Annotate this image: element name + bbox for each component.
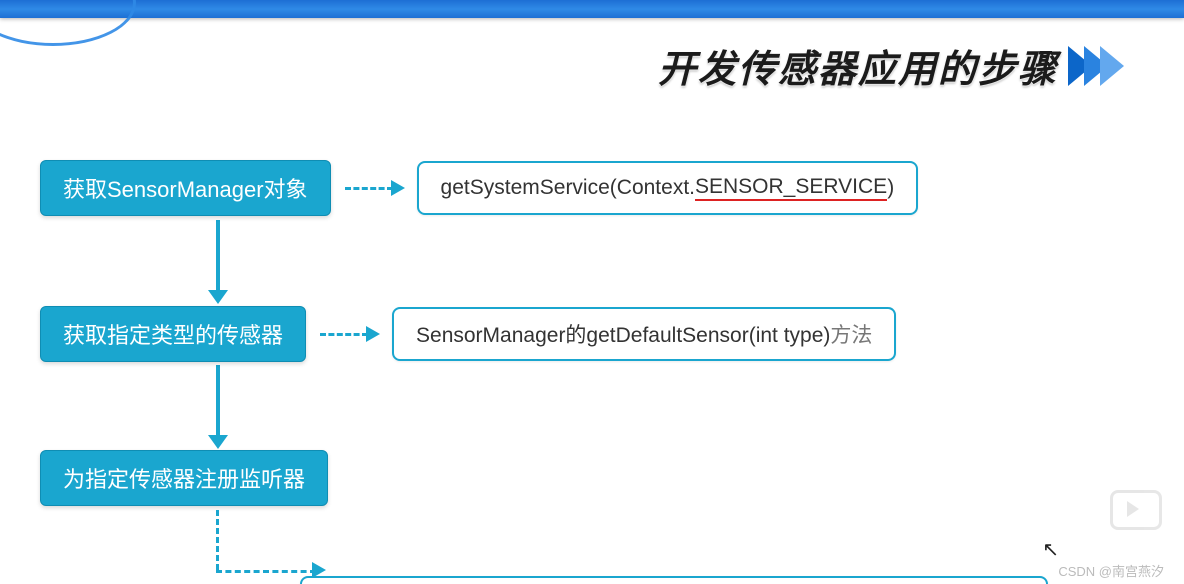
step-label: 为指定传感器注册监听器: [63, 462, 305, 494]
cn-text: 方法: [830, 319, 872, 349]
step-row-4: 在Activity的onResume()方法中调用SensorManager的r…: [300, 576, 1160, 584]
step-desc-get-default-sensor: SensorManager的getDefaultSensor(int type)…: [392, 307, 896, 361]
step-desc-register-listener: 在Activity的onResume()方法中调用SensorManager的r…: [300, 576, 1048, 584]
decor-arc: [0, 0, 136, 46]
code-text-underlined: SENSOR_SERVICE: [695, 175, 887, 201]
diagram-stage: 获取SensorManager对象 getSystemService(Conte…: [40, 160, 1160, 584]
watermark-text: CSDN @南宫燕汐: [1058, 561, 1164, 580]
step-label: 获取指定类型的传感器: [63, 318, 283, 350]
step-box-register-listener: 为指定传感器注册监听器: [40, 450, 328, 506]
step-box-get-default-sensor: 获取指定类型的传感器: [40, 306, 306, 362]
arrow-down-icon: [216, 220, 220, 290]
dashed-arrow-icon: [320, 326, 380, 342]
dashed-arrow-icon: [345, 180, 405, 196]
step-row-1: 获取SensorManager对象 getSystemService(Conte…: [40, 160, 1160, 216]
code-text: getSystemService(: [441, 176, 617, 200]
code-text: ): [887, 176, 894, 200]
window-top-bar: [0, 0, 1184, 18]
code-text: Context.: [617, 176, 695, 200]
page-title-wrap: 开发传感器应用的步骤: [658, 38, 1124, 93]
step-row-3: 为指定传感器注册监听器: [40, 450, 1160, 506]
arrow-down-icon: [216, 365, 220, 435]
dashed-L-arrow-icon: [216, 510, 326, 580]
page-title: 开发传感器应用的步骤: [658, 38, 1058, 93]
pip-play-icon[interactable]: [1110, 490, 1162, 530]
step-box-get-sensor-manager: 获取SensorManager对象: [40, 160, 331, 216]
step-desc-get-sensor-manager: getSystemService(Context.SENSOR_SERVICE): [417, 161, 919, 215]
step-row-2: 获取指定类型的传感器 SensorManager的getDefaultSenso…: [40, 306, 1160, 362]
cursor-icon: ↖: [1042, 537, 1059, 562]
step-label: 获取SensorManager对象: [63, 172, 308, 204]
chevron-icon: [1076, 46, 1124, 86]
code-text: SensorManager的getDefaultSensor(int type): [416, 319, 830, 349]
